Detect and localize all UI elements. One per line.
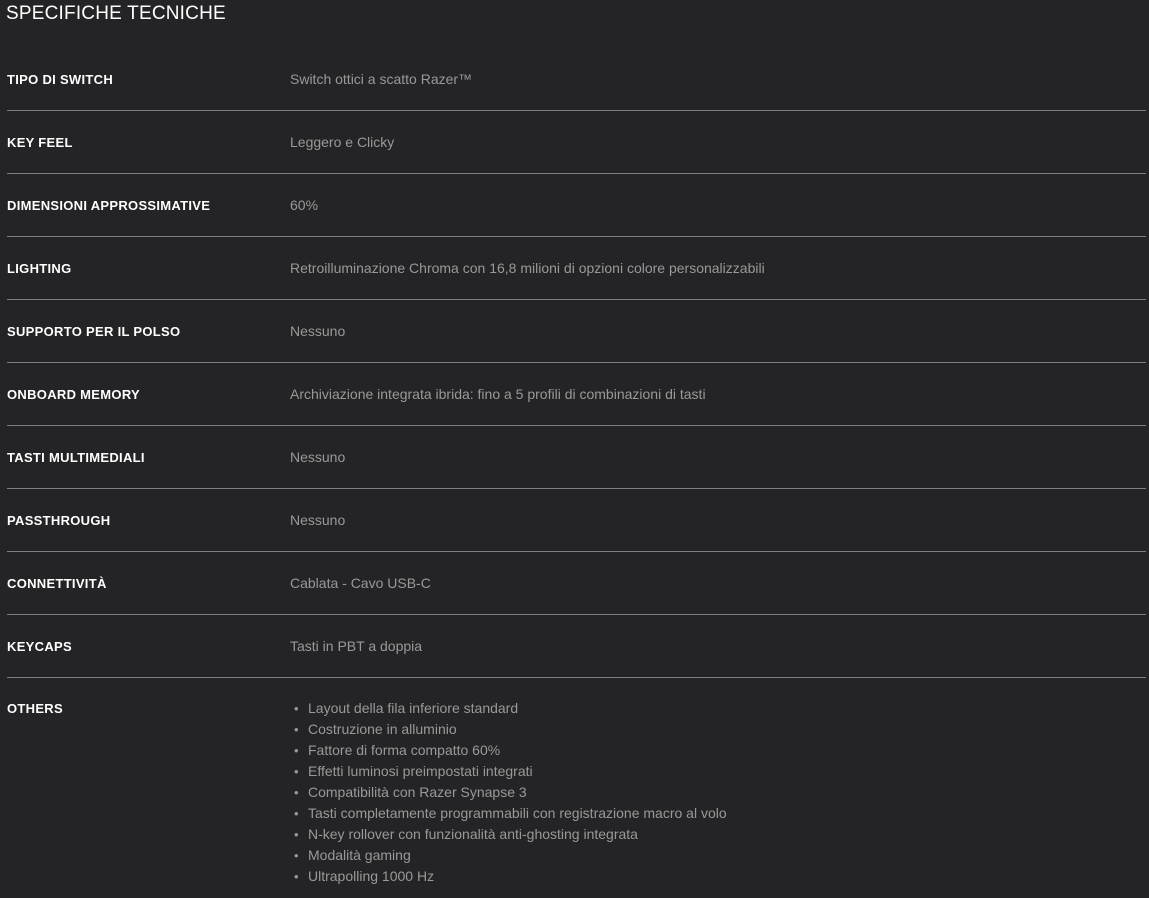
spec-label: ONBOARD MEMORY: [7, 387, 290, 403]
spec-label: SUPPORTO PER IL POLSO: [7, 324, 290, 340]
spec-row: OTHERS Layout della fila inferiore stand…: [7, 678, 1146, 898]
spec-value: 60%: [290, 197, 318, 213]
spec-list-item: N-key rollover con funzionalità anti-gho…: [290, 824, 727, 845]
spec-value: Tasti in PBT a doppia: [290, 638, 422, 654]
spec-row: CONNETTIVITÀ Cablata - Cavo USB-C: [7, 552, 1146, 615]
spec-row: SUPPORTO PER IL POLSO Nessuno: [7, 300, 1146, 363]
spec-value: Switch ottici a scatto Razer™: [290, 71, 472, 87]
spec-row: TASTI MULTIMEDIALI Nessuno: [7, 426, 1146, 489]
spec-value: Retroilluminazione Chroma con 16,8 milio…: [290, 260, 765, 276]
spec-page: SPECIFICHE TECNICHE TIPO DI SWITCH Switc…: [0, 0, 1149, 898]
spec-row: KEYCAPS Tasti in PBT a doppia: [7, 615, 1146, 678]
spec-row: TIPO DI SWITCH Switch ottici a scatto Ra…: [7, 48, 1146, 111]
spec-label: DIMENSIONI APPROSSIMATIVE: [7, 198, 290, 214]
spec-row: LIGHTING Retroilluminazione Chroma con 1…: [7, 237, 1146, 300]
spec-list-item: Compatibilità con Razer Synapse 3: [290, 782, 727, 803]
spec-row: DIMENSIONI APPROSSIMATIVE 60%: [7, 174, 1146, 237]
spec-label: KEYCAPS: [7, 639, 290, 655]
spec-label: TIPO DI SWITCH: [7, 72, 290, 88]
spec-list-item: Layout della fila inferiore standard: [290, 698, 727, 719]
spec-list-item: Modalità gaming: [290, 845, 727, 866]
spec-row: PASSTHROUGH Nessuno: [7, 489, 1146, 552]
spec-row: ONBOARD MEMORY Archiviazione integrata i…: [7, 363, 1146, 426]
spec-list-item: Fattore di forma compatto 60%: [290, 740, 727, 761]
spec-value: Archiviazione integrata ibrida: fino a 5…: [290, 386, 706, 402]
spec-row: KEY FEEL Leggero e Clicky: [7, 111, 1146, 174]
spec-list: Layout della fila inferiore standardCost…: [290, 698, 727, 887]
spec-value: Leggero e Clicky: [290, 134, 394, 150]
spec-label: KEY FEEL: [7, 135, 290, 151]
spec-list-item: Tasti completamente programmabili con re…: [290, 803, 727, 824]
spec-label: TASTI MULTIMEDIALI: [7, 450, 290, 466]
spec-value: Nessuno: [290, 512, 345, 528]
spec-list-item: Ultrapolling 1000 Hz: [290, 866, 727, 887]
spec-table: TIPO DI SWITCH Switch ottici a scatto Ra…: [0, 48, 1149, 898]
spec-label: OTHERS: [7, 701, 290, 717]
spec-list-item: Costruzione in alluminio: [290, 719, 727, 740]
spec-value: Nessuno: [290, 449, 345, 465]
spec-list-item: Effetti luminosi preimpostati integrati: [290, 761, 727, 782]
spec-value: Nessuno: [290, 323, 345, 339]
page-title: SPECIFICHE TECNICHE: [0, 0, 1149, 25]
spec-value: Cablata - Cavo USB-C: [290, 575, 431, 591]
spec-label: PASSTHROUGH: [7, 513, 290, 529]
spec-label: CONNETTIVITÀ: [7, 576, 290, 592]
spec-label: LIGHTING: [7, 261, 290, 277]
